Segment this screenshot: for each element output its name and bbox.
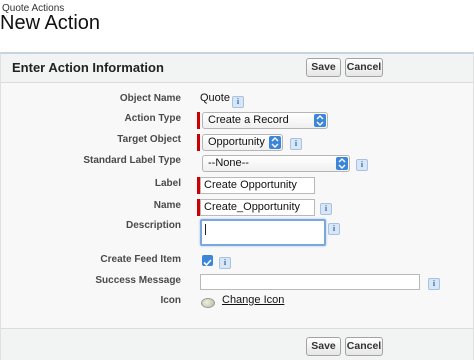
description-info-icon[interactable]: i bbox=[328, 223, 340, 235]
cancel-button-bottom[interactable]: Cancel bbox=[345, 337, 383, 356]
target-object-label: Target Object bbox=[117, 134, 181, 145]
standard-label-type-info-icon[interactable]: i bbox=[356, 159, 368, 171]
description-label: Description bbox=[125, 220, 181, 231]
create-feed-item-info-icon[interactable]: i bbox=[219, 257, 231, 269]
name-input[interactable]: Create_Opportunity bbox=[200, 199, 315, 216]
save-button-top[interactable]: Save bbox=[306, 58, 341, 77]
description-textarea[interactable] bbox=[200, 219, 326, 246]
success-message-info-icon[interactable]: i bbox=[428, 278, 440, 290]
object-name-value: Quote bbox=[200, 92, 230, 104]
action-type-select[interactable]: Create a Record bbox=[202, 112, 328, 129]
chevron-updown-icon bbox=[336, 157, 348, 170]
action-type-value: Create a Record bbox=[208, 114, 289, 126]
action-icon-preview bbox=[201, 298, 215, 308]
action-type-label: Action Type bbox=[124, 113, 181, 124]
success-message-input[interactable] bbox=[200, 274, 420, 290]
page-title: New Action bbox=[0, 12, 101, 34]
checkmark-icon bbox=[203, 259, 212, 267]
chevron-updown-icon bbox=[269, 136, 281, 149]
action-form-panel: Enter Action Information Save Cancel Obj… bbox=[0, 52, 474, 360]
change-icon-link[interactable]: Change Icon bbox=[222, 294, 284, 306]
standard-label-type-label: Standard Label Type bbox=[83, 155, 181, 166]
panel-footer: Save Cancel bbox=[1, 328, 473, 360]
object-name-label: Object Name bbox=[119, 93, 181, 104]
cancel-button-top[interactable]: Cancel bbox=[345, 58, 383, 77]
standard-label-type-value: --None-- bbox=[208, 157, 249, 169]
panel-title: Enter Action Information bbox=[12, 60, 164, 75]
required-indicator bbox=[197, 134, 200, 151]
object-name-info-icon[interactable]: i bbox=[232, 96, 244, 108]
target-object-info-icon[interactable]: i bbox=[290, 138, 302, 150]
required-indicator bbox=[197, 112, 200, 129]
icon-label: Icon bbox=[160, 295, 181, 306]
create-feed-item-label: Create Feed Item bbox=[100, 254, 181, 265]
target-object-value: Opportunity bbox=[208, 136, 265, 148]
name-info-icon[interactable]: i bbox=[320, 203, 332, 215]
label-input[interactable]: Create Opportunity bbox=[200, 177, 315, 194]
success-message-label: Success Message bbox=[95, 275, 181, 286]
text-cursor bbox=[205, 224, 206, 235]
name-field-label: Name bbox=[153, 200, 181, 211]
target-object-select[interactable]: Opportunity bbox=[202, 134, 283, 151]
label-field-label: Label bbox=[154, 178, 181, 189]
save-button-bottom[interactable]: Save bbox=[306, 337, 341, 356]
standard-label-type-select[interactable]: --None-- bbox=[202, 155, 350, 172]
panel-header: Enter Action Information Save Cancel bbox=[1, 54, 473, 83]
create-feed-item-checkbox[interactable] bbox=[202, 255, 213, 267]
chevron-updown-icon bbox=[314, 114, 326, 127]
